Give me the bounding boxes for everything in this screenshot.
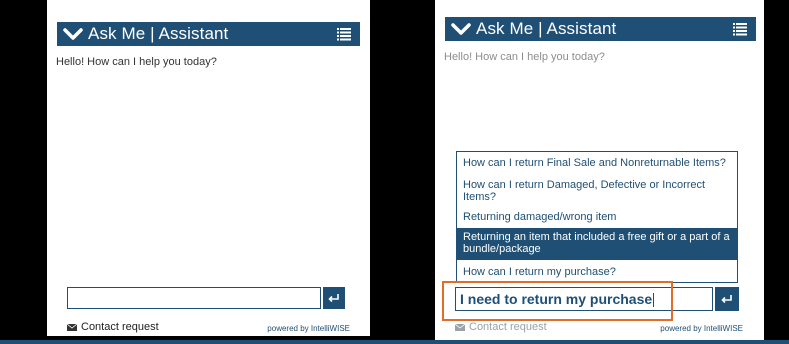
suggestion-item[interactable]: How can I return Final Sale and Nonretur… — [457, 157, 737, 169]
contact-request-link[interactable]: Contact request — [67, 321, 159, 333]
enter-icon — [721, 295, 732, 304]
suggestion-item[interactable]: How can I return Damaged, Defective or I… — [457, 179, 737, 203]
mail-icon — [67, 323, 77, 331]
chat-widget-initial: Ask Me | Assistant Hello! How can I help… — [47, 0, 370, 340]
chat-title: Ask Me | Assistant — [88, 24, 229, 43]
send-button[interactable] — [323, 287, 345, 309]
message-input[interactable] — [67, 287, 321, 309]
powered-by[interactable]: powered by IntelliWISE — [267, 324, 350, 333]
mail-icon — [455, 323, 465, 331]
chat-header[interactable]: Ask Me | Assistant — [57, 22, 360, 46]
input-highlight-box — [442, 281, 673, 321]
list-menu-icon[interactable] — [337, 27, 351, 41]
contact-request-label: Contact request — [81, 321, 159, 333]
send-button[interactable] — [715, 287, 739, 311]
powered-by[interactable]: powered by IntelliWISE — [660, 324, 743, 333]
contact-request-label: Contact request — [469, 321, 547, 333]
suggestion-item[interactable]: How can I return my purchase? — [457, 266, 737, 278]
bottom-rule — [0, 340, 789, 344]
contact-request-link[interactable]: Contact request — [455, 321, 547, 333]
greeting-message: Hello! How can I help you today? — [56, 56, 217, 68]
chat-title: Ask Me | Assistant — [476, 19, 617, 38]
suggestion-list: How can I return Final Sale and Nonretur… — [456, 151, 738, 283]
suggestion-item[interactable]: Returning damaged/wrong item — [457, 211, 737, 223]
chevron-down-icon[interactable] — [61, 22, 85, 46]
suggestion-item-active[interactable]: Returning an item that included a free g… — [457, 228, 737, 260]
chevron-down-icon[interactable] — [449, 17, 473, 41]
enter-icon — [328, 294, 339, 303]
list-menu-icon[interactable] — [733, 22, 747, 36]
chat-header[interactable]: Ask Me | Assistant — [445, 17, 756, 41]
greeting-message: Hello! How can I help you today? — [444, 51, 605, 63]
